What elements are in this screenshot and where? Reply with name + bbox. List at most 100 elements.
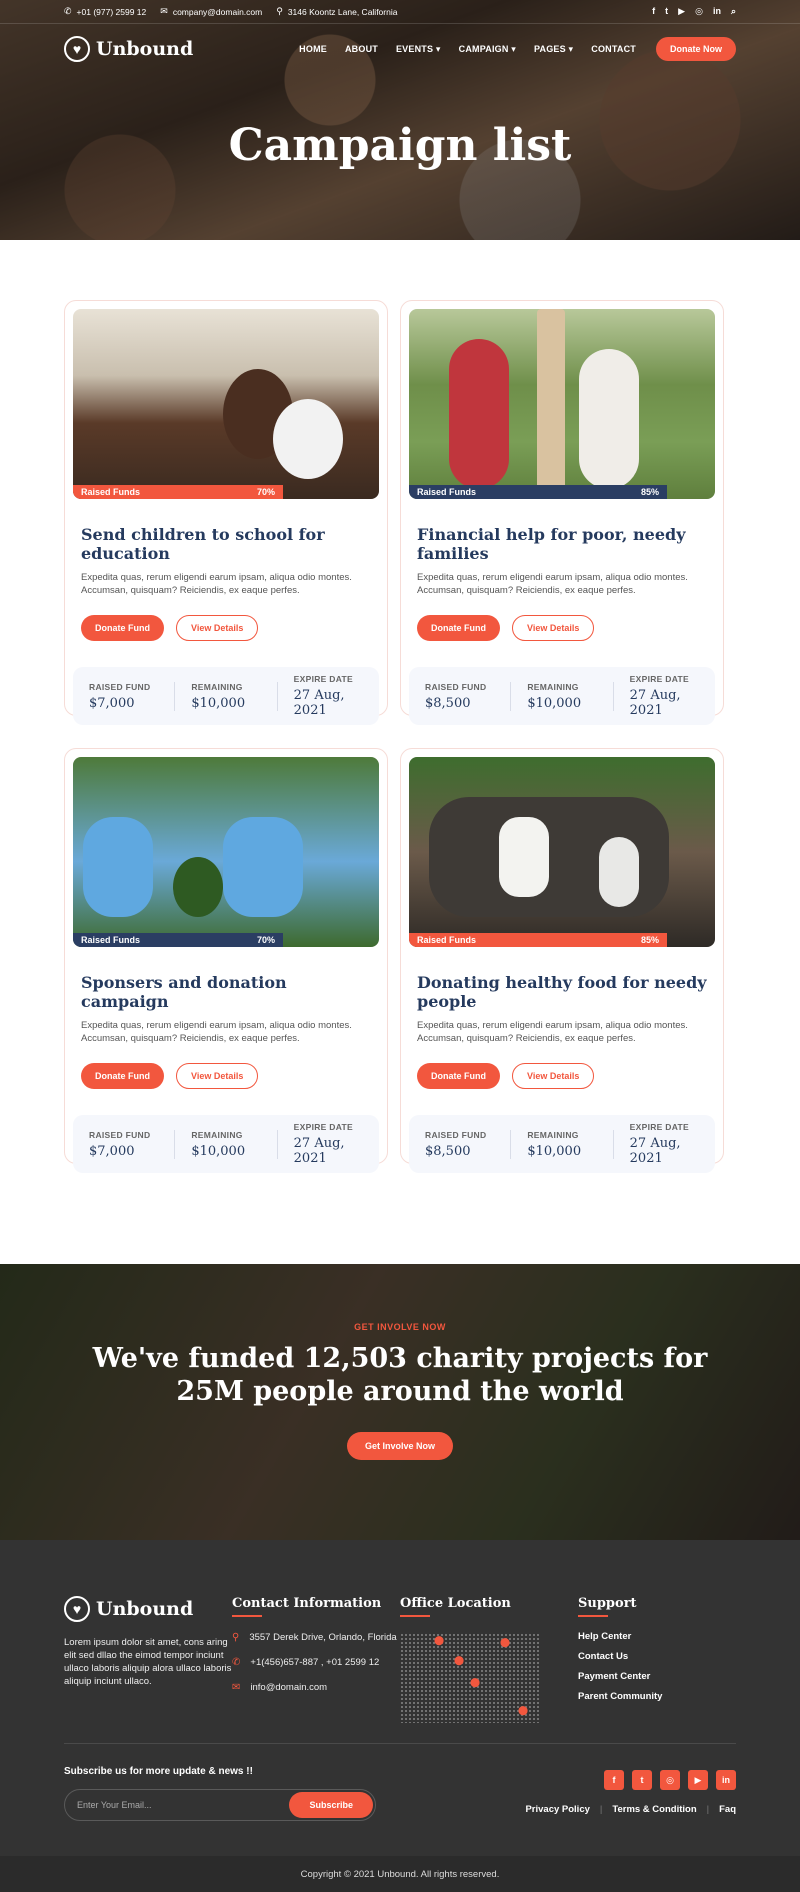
map-pin-icon: ⬤ [500,1637,511,1647]
copyright-text: Copyright © 2021 Unbound. All rights res… [300,1868,500,1880]
footer-divider [64,1743,736,1744]
photo-detail [449,339,509,489]
nav-home[interactable]: HOME [299,44,327,54]
subscribe-button[interactable]: Subscribe [289,1792,373,1818]
campaign-description: Expedita quas, rerum eligendi earum ipsa… [81,572,352,596]
photo-detail [537,309,565,499]
donate-now-button[interactable]: Donate Now [655,37,736,61]
site-logo[interactable]: ♥ Unbound [64,36,193,62]
terms-link[interactable]: Terms & Condition [612,1804,696,1815]
campaign-stats: RAISED FUND $8,500 REMAINING $10,000 EXPIR… [409,1115,715,1173]
raised-fund-label: RAISED FUND [89,681,151,692]
campaign-description: Expedita quas, rerum eligendi earum ipsa… [81,1020,352,1044]
photo-detail [273,399,343,479]
privacy-policy-link[interactable]: Privacy Policy [525,1804,589,1815]
linkedin-icon[interactable]: in [716,1770,736,1790]
view-details-button[interactable]: View Details [176,1063,259,1089]
photo-detail [499,817,549,897]
footer-logo[interactable]: ♥ Unbound [64,1596,232,1622]
photo-detail [223,817,303,917]
campaign-stats: RAISED FUND $7,000 REMAINING $10,000 EXPIR… [73,667,379,725]
remaining-label: REMAINING [191,1129,243,1140]
campaign-card: Raised Funds 85% Financial help for poor,… [400,300,724,725]
campaign-image[interactable]: Raised Funds 85% [409,309,715,499]
support-link-payment-center[interactable]: Payment Center [578,1671,718,1682]
support-link-contact-us[interactable]: Contact Us [578,1651,718,1662]
campaign-title[interactable]: Financial help for poor, needy families [417,525,707,563]
expire-date-value: 27 Aug, 2021 [629,688,681,718]
campaign-description: Expedita quas, rerum eligendi earum ipsa… [417,1020,688,1044]
nav-contact[interactable]: CONTACT [591,44,636,54]
chevron-down-icon: ▾ [435,43,441,54]
map-pin-icon: ⬤ [434,1635,445,1645]
email-field[interactable] [77,1800,290,1810]
campaign-image[interactable]: Raised Funds 70% [73,757,379,947]
site-footer: ♥ Unbound Lorem ipsum dolor sit amet, co… [0,1540,800,1856]
linkedin-icon[interactable]: in [713,6,721,17]
nav-campaign[interactable]: CAMPAIGN ▾ [459,44,516,55]
remaining-value: $10,000 [191,695,246,711]
view-details-button[interactable]: View Details [176,615,259,641]
email-info[interactable]: ✉ company@domain.com [160,6,262,17]
main-nav: ♥ Unbound HOME ABOUT EVENTS ▾ CAMPAIGN ▾… [64,34,736,64]
raised-fund-label: RAISED FUND [425,681,487,692]
remaining-label: REMAINING [527,681,579,692]
campaign-image[interactable]: Raised Funds 70% [73,309,379,499]
get-involve-button[interactable]: Get Involve Now [346,1432,453,1460]
footer-email[interactable]: info@domain.com [250,1681,327,1694]
campaign-image[interactable]: Raised Funds 85% [409,757,715,947]
instagram-icon[interactable]: ◎ [660,1770,680,1790]
chevron-down-icon: ▾ [568,43,574,54]
support-heading: Support [578,1596,718,1617]
facebook-icon[interactable]: f [604,1770,624,1790]
campaign-title[interactable]: Sponsers and donation campaign [81,973,371,1011]
raised-fund-value: $8,500 [425,695,471,711]
remaining-label: REMAINING [527,1129,579,1140]
remaining-value: $10,000 [527,1143,582,1159]
campaign-title[interactable]: Send children to school for education [81,525,371,563]
search-icon[interactable]: ⌕ [731,6,736,17]
twitter-icon[interactable]: t [632,1770,652,1790]
top-social-links: f t ▶ ◎ in ⌕ [652,6,736,17]
footer-address: 3557 Derek Drive, Orlando, Florida [249,1632,397,1643]
raised-fund-label: RAISED FUND [425,1129,487,1140]
youtube-icon[interactable]: ▶ [688,1770,708,1790]
donate-fund-button[interactable]: Donate Fund [417,615,500,641]
support-link-parent-community[interactable]: Parent Community [578,1691,718,1702]
twitter-icon[interactable]: t [665,6,668,17]
campaign-title[interactable]: Donating healthy food for needy people [417,973,707,1011]
progress-badge: Raised Funds 70% [73,485,283,499]
remaining-label: REMAINING [191,681,243,692]
heart-hands-icon: ♥ [64,1596,90,1622]
mail-icon: ✉ [232,1682,241,1693]
nav-pages[interactable]: PAGES ▾ [534,44,573,55]
facebook-icon[interactable]: f [652,6,655,17]
mail-icon: ✉ [160,6,168,16]
donate-fund-button[interactable]: Donate Fund [81,1063,164,1089]
legal-links: Privacy Policy | Terms & Condition | Faq [525,1804,736,1815]
nav-about[interactable]: ABOUT [345,44,378,54]
donate-fund-button[interactable]: Donate Fund [417,1063,500,1089]
campaign-stats: RAISED FUND $8,500 REMAINING $10,000 EXPIR… [409,667,715,725]
map-pin-icon: ⬤ [454,1655,465,1665]
phone-info: ✆ +01 (977) 2599 12 [64,6,147,17]
nav-events[interactable]: EVENTS ▾ [396,44,441,55]
instagram-icon[interactable]: ◎ [695,6,703,17]
expire-date-value: 27 Aug, 2021 [293,688,345,718]
faq-link[interactable]: Faq [719,1804,736,1815]
remaining-value: $10,000 [527,695,582,711]
office-location-heading: Office Location [400,1596,578,1617]
donate-fund-button[interactable]: Donate Fund [81,615,164,641]
youtube-icon[interactable]: ▶ [678,6,685,17]
involve-kicker: GET INVOLVE NOW [354,1322,446,1332]
world-map: ⬤ ⬤ ⬤ ⬤ ⬤ [400,1633,540,1723]
support-link-help-center[interactable]: Help Center [578,1631,718,1642]
hero-banner: ✆ +01 (977) 2599 12 ✉ company@domain.com ⚲… [0,0,800,240]
map-pin-icon: ⬤ [518,1705,529,1715]
raised-fund-label: RAISED FUND [89,1129,151,1140]
progress-badge: Raised Funds 70% [73,933,283,947]
view-details-button[interactable]: View Details [512,615,595,641]
view-details-button[interactable]: View Details [512,1063,595,1089]
footer-phones: +1(456)657-887 , +01 2599 12 [250,1657,380,1668]
progress-badge: Raised Funds 85% [409,485,667,499]
